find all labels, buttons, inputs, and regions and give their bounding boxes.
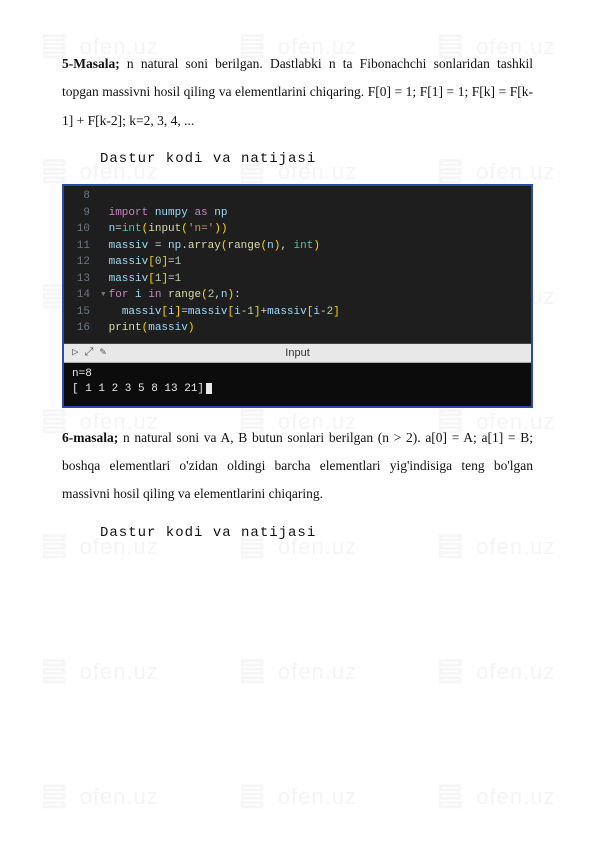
problem-6: 6-masala; n natural soni va A, B butun s… [62, 424, 533, 509]
stack-icon [238, 655, 272, 689]
watermark-item: ofen.uz [238, 780, 357, 814]
line-number: 16 [64, 320, 100, 337]
code-text: n=int(input('n=')) [109, 221, 531, 238]
wrench-icon: ✎ [99, 345, 106, 362]
line-number: 14 [64, 287, 100, 304]
problem-5: 5-Masala; n natural soni berilgan. Dastl… [62, 50, 533, 135]
code-line: 16 print(massiv) [64, 320, 531, 337]
code-text: massiv[1]=1 [109, 271, 531, 288]
problem-5-label: 5-Masala; [62, 56, 120, 71]
code-text: for i in range(2,n): [109, 287, 531, 304]
problem-6-text: n natural soni va A, B butun sonlari ber… [62, 430, 533, 502]
code-screenshot: 8 9 import numpy as np10 n=int(input('n=… [62, 184, 533, 407]
fold-icon [100, 304, 109, 321]
watermark-item: ofen.uz [238, 655, 357, 689]
watermark-item: ofen.uz [40, 780, 159, 814]
code-line: 10 n=int(input('n=')) [64, 221, 531, 238]
watermark-text: ofen.uz [80, 659, 159, 685]
fold-icon [100, 271, 109, 288]
code-text: print(massiv) [109, 320, 531, 337]
code-line: 9 import numpy as np [64, 205, 531, 222]
watermark-text: ofen.uz [476, 659, 555, 685]
fold-icon [100, 254, 109, 271]
line-number: 12 [64, 254, 100, 271]
watermark-text: ofen.uz [278, 659, 357, 685]
stack-icon [238, 780, 272, 814]
code-text: massiv[0]=1 [109, 254, 531, 271]
line-number: 10 [64, 221, 100, 238]
stack-icon [40, 655, 74, 689]
code-line: 14▾for i in range(2,n): [64, 287, 531, 304]
fold-icon [100, 188, 109, 205]
line-number: 13 [64, 271, 100, 288]
code-text: massiv = np.array(range(n), int) [109, 238, 531, 255]
code-line: 11 massiv = np.array(range(n), int) [64, 238, 531, 255]
stack-icon [40, 780, 74, 814]
code-line: 13 massiv[1]=1 [64, 271, 531, 288]
problem-6-label: 6-masala; [62, 430, 118, 445]
line-number: 11 [64, 238, 100, 255]
stack-icon [436, 780, 470, 814]
io-line: [ 1 1 2 3 5 8 13 21] [72, 382, 523, 397]
watermark-item: ofen.uz [40, 655, 159, 689]
fold-icon [100, 238, 109, 255]
expand-icon: ⤢ [85, 345, 94, 362]
section-title-1: Dastur kodi va natijasi [100, 145, 533, 174]
fold-icon [100, 205, 109, 222]
page-content: 5-Masala; n natural soni berilgan. Dastl… [0, 0, 595, 598]
code-text [109, 188, 531, 205]
code-line: 15 massiv[i]=massiv[i-1]+massiv[i-2] [64, 304, 531, 321]
cursor-icon [206, 383, 212, 394]
watermark-item: ofen.uz [436, 780, 555, 814]
line-number: 8 [64, 188, 100, 205]
fold-icon [100, 320, 109, 337]
line-number: 15 [64, 304, 100, 321]
watermark-text: ofen.uz [476, 784, 555, 810]
run-icon: ▷ [72, 345, 79, 362]
fold-icon: ▾ [100, 287, 109, 304]
code-text: massiv[i]=massiv[i-1]+massiv[i-2] [109, 304, 531, 321]
stack-icon [436, 655, 470, 689]
io-panel-body: n=8[ 1 1 2 3 5 8 13 21] [64, 363, 531, 406]
io-panel-label: Input [114, 345, 481, 362]
code-line: 12 massiv[0]=1 [64, 254, 531, 271]
code-text: import numpy as np [109, 205, 531, 222]
watermark-text: ofen.uz [278, 784, 357, 810]
section-title-2: Dastur kodi va natijasi [100, 519, 533, 548]
watermark-item: ofen.uz [436, 655, 555, 689]
problem-5-text: n natural soni berilgan. Dastlabki n ta … [62, 56, 533, 128]
fold-icon [100, 221, 109, 238]
io-panel-header: ▷ ⤢ ✎ Input [64, 343, 531, 363]
code-editor-area: 8 9 import numpy as np10 n=int(input('n=… [64, 186, 531, 343]
watermark-text: ofen.uz [80, 784, 159, 810]
io-line: n=8 [72, 367, 523, 382]
line-number: 9 [64, 205, 100, 222]
code-line: 8 [64, 188, 531, 205]
